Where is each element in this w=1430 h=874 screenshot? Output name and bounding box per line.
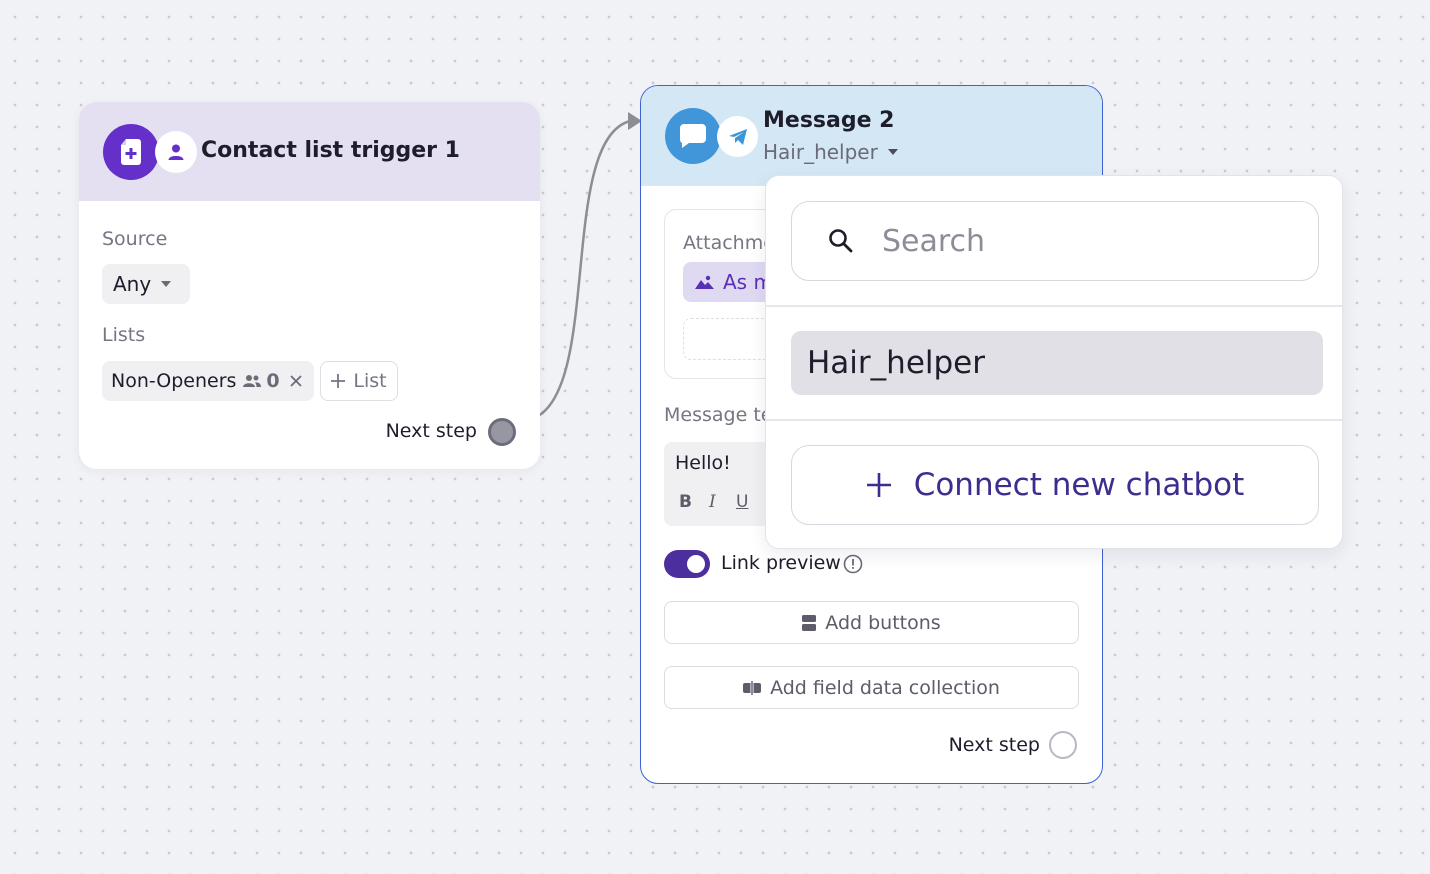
message-next-step-label: Next step — [948, 734, 1040, 756]
trigger-header: Contact list trigger 1 — [79, 102, 540, 201]
close-icon[interactable] — [290, 375, 302, 387]
dropdown-divider — [766, 305, 1342, 307]
message-text[interactable]: Hello! — [675, 452, 731, 474]
contact-list-trigger-node[interactable]: Contact list trigger 1 Source Any Lists … — [79, 102, 540, 469]
source-select[interactable]: Any — [102, 264, 190, 304]
message-header: Message 2 Hair_helper — [641, 86, 1102, 186]
image-icon — [695, 274, 715, 290]
add-buttons-label: Add buttons — [825, 611, 941, 634]
trigger-title: Contact list trigger 1 — [201, 138, 460, 163]
trigger-next-step-label: Next step — [385, 420, 477, 442]
buttons-icon — [802, 614, 817, 631]
plus-icon — [331, 374, 346, 388]
link-preview-label: Link preview — [721, 552, 841, 574]
lists-label: Lists — [102, 324, 146, 346]
list-chip-name: Non-Openers — [111, 370, 237, 392]
people-icon — [242, 374, 262, 388]
add-list-button[interactable]: List — [320, 361, 398, 401]
message-next-step-port[interactable] — [1049, 731, 1077, 759]
bot-search-input[interactable]: Search — [791, 201, 1319, 281]
form-field-icon — [743, 679, 762, 696]
link-preview-toggle[interactable] — [664, 550, 710, 578]
search-icon — [828, 228, 854, 254]
message-title: Message 2 — [763, 108, 895, 133]
plus-icon — [866, 472, 892, 498]
telegram-icon — [717, 116, 758, 157]
bot-dropdown: Search Hair_helper Connect new chatbot — [765, 175, 1343, 549]
info-icon[interactable] — [843, 554, 863, 574]
dropdown-divider — [766, 419, 1342, 421]
caret-down-icon — [161, 281, 172, 287]
caret-down-icon — [887, 149, 898, 155]
bold-button[interactable]: B — [679, 492, 692, 512]
add-buttons-button[interactable]: Add buttons — [664, 601, 1079, 644]
bot-select[interactable]: Hair_helper — [763, 140, 898, 164]
italic-button[interactable]: I — [709, 492, 716, 512]
chat-bubble-icon — [665, 108, 721, 164]
add-field-data-collection-button[interactable]: Add field data collection — [664, 666, 1079, 709]
bot-select-value: Hair_helper — [763, 140, 878, 164]
message-text-label: Message te — [664, 404, 773, 426]
list-chip: Non-Openers 0 — [102, 361, 314, 401]
trigger-next-step-port[interactable] — [488, 418, 516, 446]
connect-new-chatbot-button[interactable]: Connect new chatbot — [791, 445, 1319, 525]
connect-new-chatbot-label: Connect new chatbot — [913, 467, 1245, 503]
bot-option-hair-helper[interactable]: Hair_helper — [791, 331, 1323, 395]
person-icon — [155, 131, 197, 173]
search-placeholder: Search — [882, 223, 986, 259]
add-field-label: Add field data collection — [770, 676, 1000, 699]
attachment-label: Attachme — [683, 232, 775, 254]
contact-list-icon — [103, 124, 159, 180]
underline-button[interactable]: U — [736, 492, 748, 512]
source-value: Any — [113, 272, 152, 296]
toggle-knob — [687, 555, 705, 573]
source-label: Source — [102, 228, 168, 250]
add-list-label: List — [353, 370, 387, 392]
list-chip-count: 0 — [266, 370, 280, 392]
